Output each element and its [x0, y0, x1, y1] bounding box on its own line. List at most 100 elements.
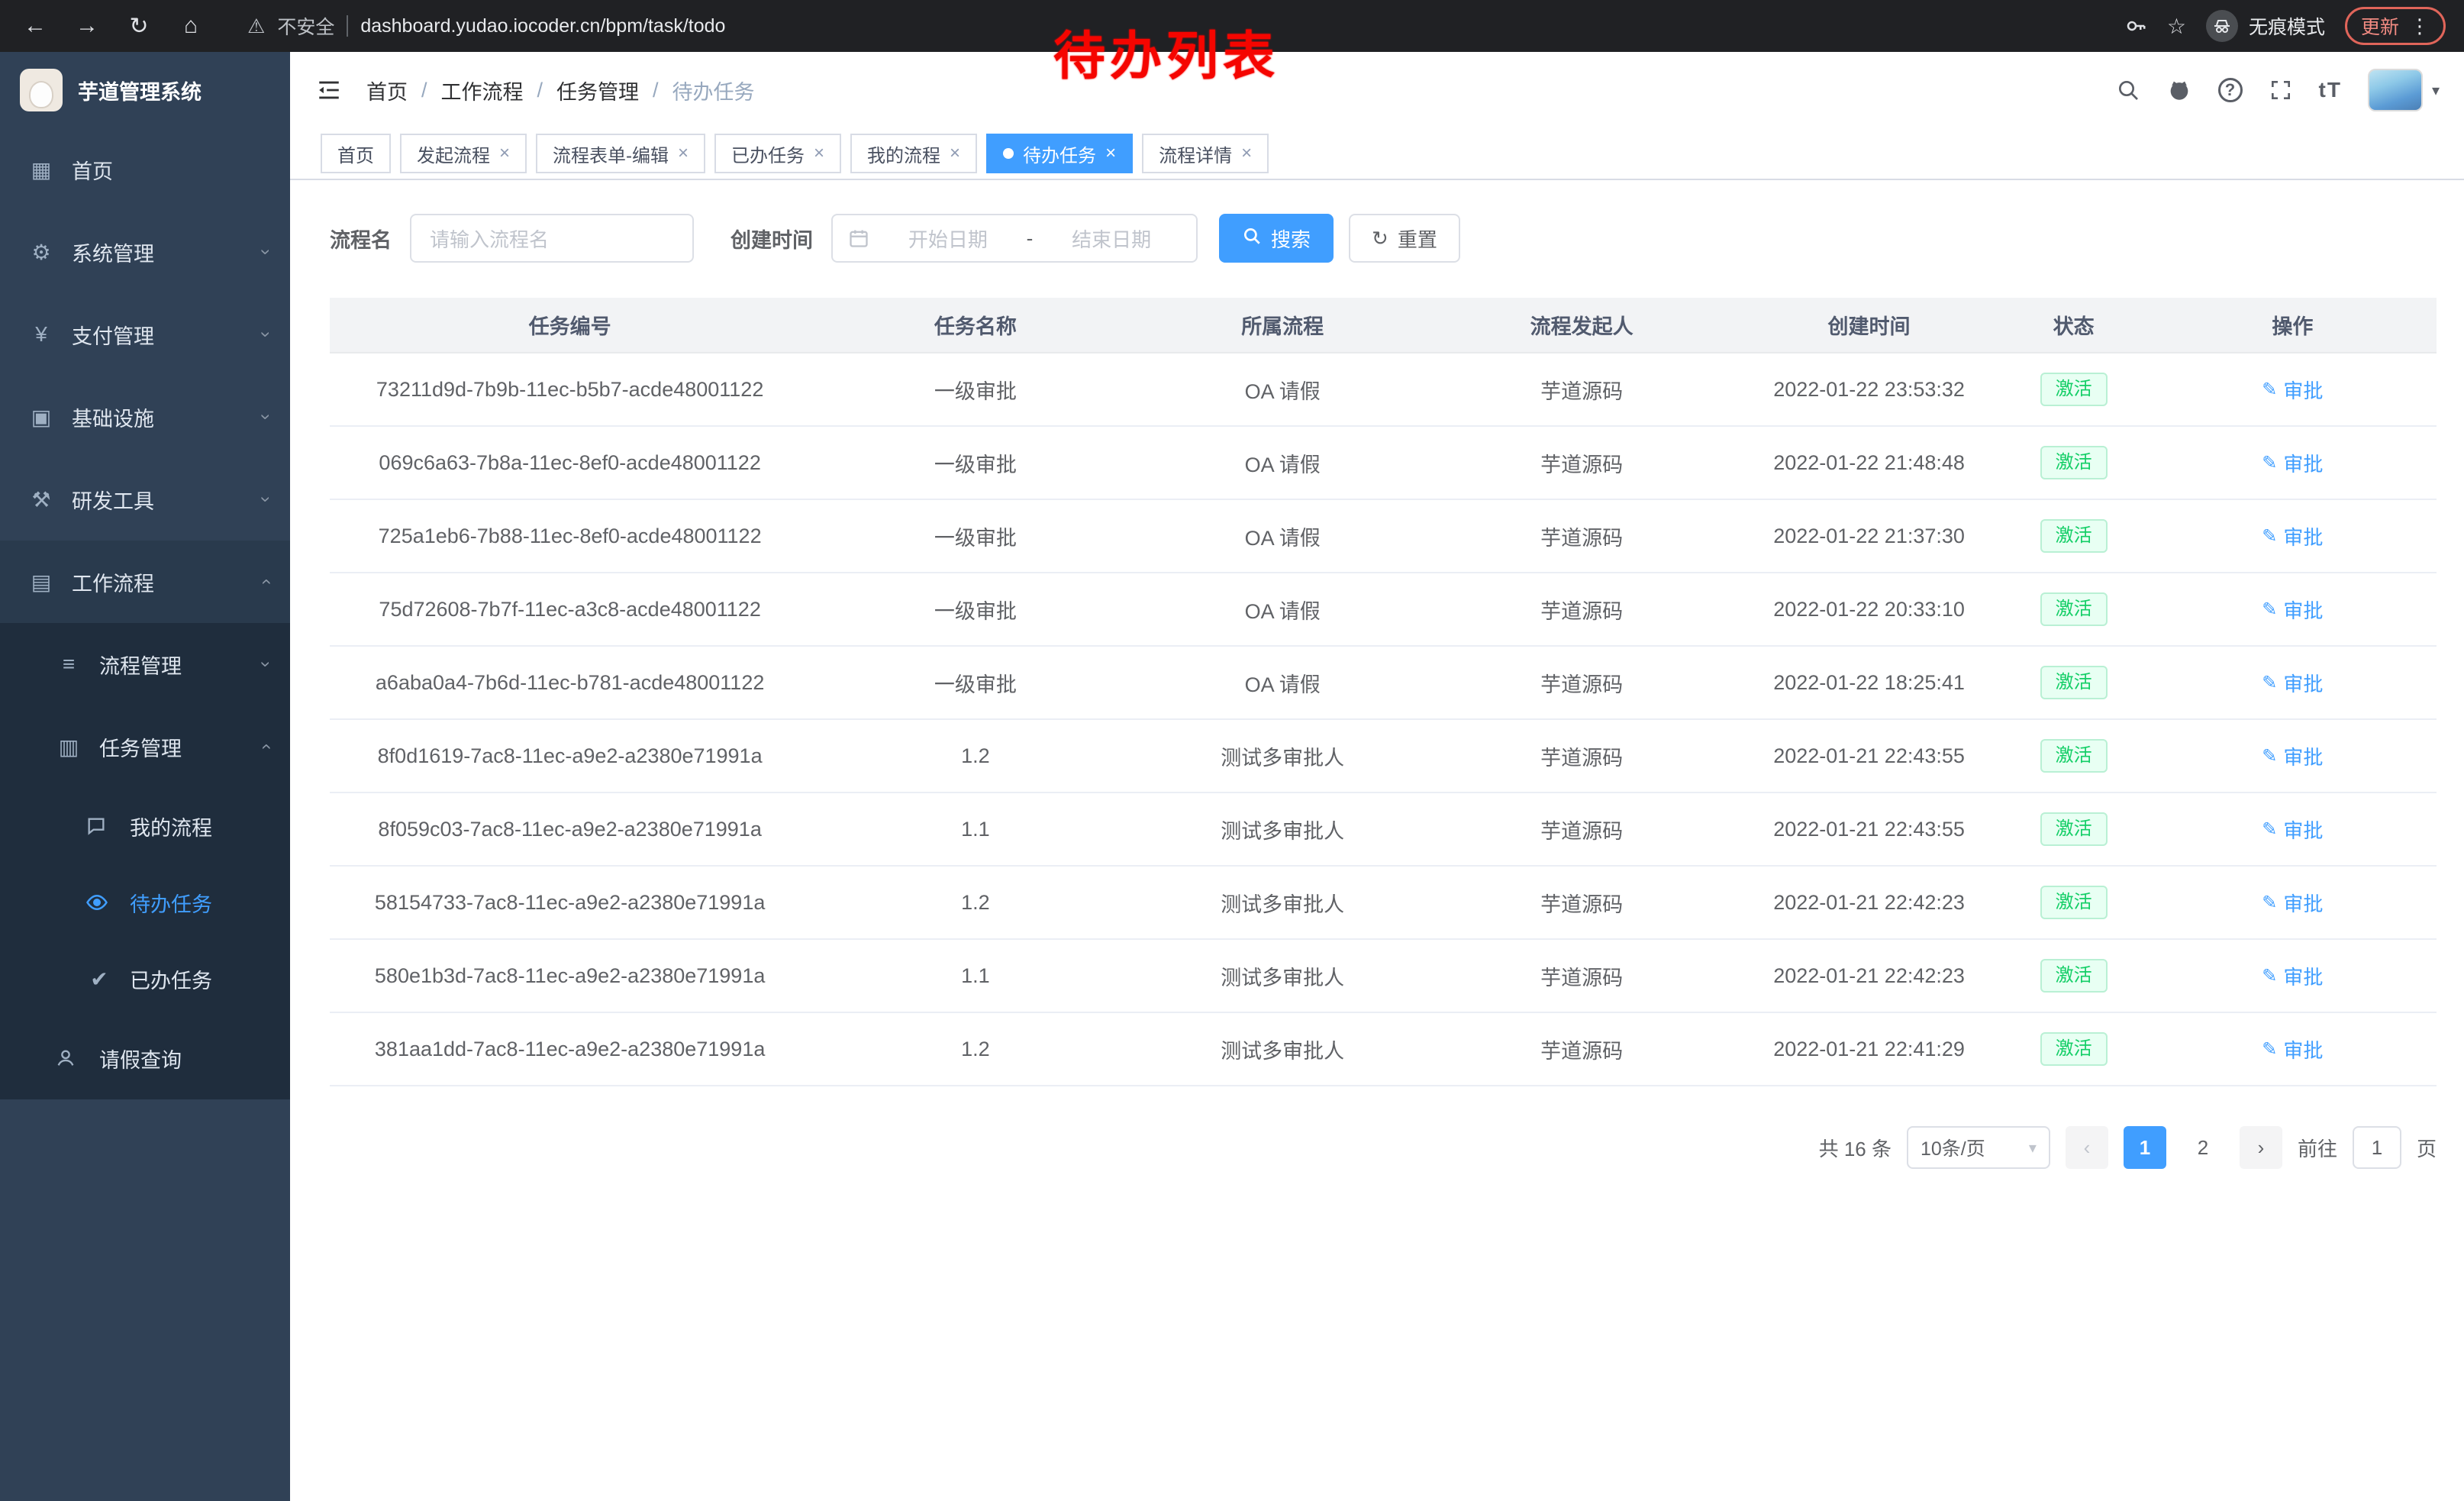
table-row: 8f0d1619-7ac8-11ec-a9e2-a2380e71991a 1.2…	[330, 719, 2437, 792]
incognito-icon	[2206, 10, 2238, 42]
page-button-2[interactable]: 2	[2182, 1126, 2224, 1169]
approve-link[interactable]: ✎审批	[2262, 449, 2323, 477]
close-icon[interactable]: ×	[950, 144, 960, 163]
status-badge: 激活	[2040, 446, 2108, 479]
password-key-icon[interactable]	[2124, 15, 2147, 37]
sidebar-collapse-icon[interactable]	[316, 77, 342, 103]
tab-my-process[interactable]: 我的流程 ×	[850, 134, 977, 173]
process-name-input[interactable]: 请输入流程名	[410, 214, 694, 263]
date-range-picker[interactable]: 开始日期 - 结束日期	[831, 214, 1198, 263]
page-button-1[interactable]: 1	[2124, 1126, 2166, 1169]
status-badge: 激活	[2040, 886, 2108, 919]
breadcrumb-workflow[interactable]: 工作流程	[441, 76, 524, 105]
approve-link[interactable]: ✎审批	[2262, 596, 2323, 624]
tab-todo-tasks[interactable]: 待办任务 ×	[986, 134, 1133, 173]
start-date-placeholder: 开始日期	[879, 224, 1018, 253]
status-badge: 激活	[2040, 519, 2108, 553]
edit-icon: ✎	[2262, 1038, 2277, 1060]
sidebar-item-devtools[interactable]: ⚒ 研发工具 ›	[0, 458, 290, 541]
reset-button[interactable]: ↻ 重置	[1349, 214, 1460, 263]
approve-link[interactable]: ✎审批	[2262, 962, 2323, 990]
approve-link[interactable]: ✎审批	[2262, 742, 2323, 770]
security-label[interactable]: 不安全	[277, 12, 334, 40]
tools-icon: ⚒	[27, 487, 55, 512]
breadcrumb-separator: /	[421, 79, 427, 102]
address-divider	[347, 15, 348, 37]
filter-bar: 流程名 请输入流程名 创建时间 开始日期 - 结束日期	[330, 214, 2437, 263]
sidebar-item-home[interactable]: ▦ 首页	[0, 128, 290, 211]
sidebar-item-infra[interactable]: ▣ 基础设施 ›	[0, 376, 290, 458]
close-icon[interactable]: ×	[1241, 144, 1252, 163]
sidebar-item-payment[interactable]: ¥ 支付管理 ›	[0, 293, 290, 376]
avatar[interactable]	[2368, 69, 2423, 111]
edit-icon: ✎	[2262, 379, 2277, 401]
user-avatar-dropdown[interactable]: ▾	[2368, 69, 2440, 111]
status-badge: 激活	[2040, 812, 2108, 846]
search-button[interactable]: 搜索	[1219, 214, 1334, 263]
range-separator: -	[1027, 227, 1034, 250]
browser-menu-icon[interactable]: ⋮	[2410, 15, 2430, 38]
incognito-profile-chip[interactable]: 无痕模式	[2206, 10, 2325, 42]
approve-link[interactable]: ✎审批	[2262, 669, 2323, 697]
layers-icon: ▥	[55, 734, 82, 760]
next-page-button[interactable]: ›	[2240, 1126, 2282, 1169]
update-button[interactable]: 更新 ⋮	[2345, 7, 2446, 45]
sidebar-item-process-mgmt[interactable]: ≡ 流程管理 ›	[0, 623, 290, 705]
chevron-up-icon: ›	[255, 579, 276, 585]
tab-done-tasks[interactable]: 已办任务 ×	[714, 134, 841, 173]
col-actions: 操作	[2149, 298, 2437, 353]
approve-link[interactable]: ✎审批	[2262, 815, 2323, 844]
sidebar-item-my-process[interactable]: 我的流程	[0, 788, 290, 864]
sidebar-item-workflow[interactable]: ▤ 工作流程 ›	[0, 541, 290, 623]
status-badge: 激活	[2040, 592, 2108, 626]
browser-forward-icon[interactable]: →	[70, 9, 104, 43]
approve-link[interactable]: ✎审批	[2262, 522, 2323, 550]
process-name-label: 流程名	[330, 224, 392, 253]
font-size-icon[interactable]: tT	[2319, 78, 2342, 102]
approve-link[interactable]: ✎审批	[2262, 376, 2323, 404]
status-badge: 激活	[2040, 739, 2108, 773]
page-content: 流程名 请输入流程名 创建时间 开始日期 - 结束日期	[290, 180, 2464, 1501]
chevron-down-icon: ›	[255, 249, 276, 255]
close-icon[interactable]: ×	[814, 144, 824, 163]
fullscreen-icon[interactable]	[2269, 78, 2293, 102]
browser-back-icon[interactable]: ←	[18, 9, 52, 43]
approve-link[interactable]: ✎审批	[2262, 889, 2323, 917]
sidebar-item-done-tasks[interactable]: ✔ 已办任务	[0, 941, 290, 1017]
tab-start-process[interactable]: 发起流程 ×	[400, 134, 527, 173]
goto-page-input[interactable]: 1	[2353, 1126, 2401, 1169]
edit-icon: ✎	[2262, 892, 2277, 914]
breadcrumb-home[interactable]: 首页	[366, 76, 408, 105]
browser-reload-icon[interactable]: ↻	[122, 9, 156, 43]
sidebar-item-system[interactable]: ⚙ 系统管理 ›	[0, 211, 290, 293]
url-text[interactable]: dashboard.yudao.iocoder.cn/bpm/task/todo	[360, 15, 725, 37]
table-row: 75d72608-7b7f-11ec-a3c8-acde48001122 一级审…	[330, 573, 2437, 646]
sidebar: 芋道管理系统 ▦ 首页 ⚙ 系统管理 › ¥ 支付管理 › ▣ 基础设施 › ⚒…	[0, 52, 290, 1501]
github-icon[interactable]	[2166, 77, 2192, 103]
approve-link[interactable]: ✎审批	[2262, 1035, 2323, 1064]
search-icon[interactable]	[2116, 78, 2140, 102]
browser-home-icon[interactable]: ⌂	[174, 9, 208, 43]
close-icon[interactable]: ×	[1105, 144, 1116, 163]
breadcrumb-separator: /	[653, 79, 659, 102]
col-task-id: 任务编号	[330, 298, 810, 353]
close-icon[interactable]: ×	[678, 144, 689, 163]
edit-icon: ✎	[2262, 965, 2277, 987]
prev-page-button[interactable]: ‹	[2066, 1126, 2108, 1169]
help-icon[interactable]: ?	[2218, 78, 2243, 102]
tab-process-detail[interactable]: 流程详情 ×	[1142, 134, 1269, 173]
sidebar-item-todo-tasks[interactable]: 待办任务	[0, 864, 290, 941]
create-time-label: 创建时间	[730, 224, 813, 253]
sidebar-item-leave-query[interactable]: 请假查询	[0, 1017, 290, 1099]
breadcrumb-task-mgmt[interactable]: 任务管理	[556, 76, 639, 105]
close-icon[interactable]: ×	[499, 144, 510, 163]
sidebar-item-task-mgmt[interactable]: ▥ 任务管理 ›	[0, 705, 290, 788]
bookmark-star-icon[interactable]: ☆	[2167, 14, 2186, 39]
page-size-select[interactable]: 10条/页 ▾	[1907, 1126, 2050, 1169]
tab-form-edit[interactable]: 流程表单-编辑 ×	[536, 134, 705, 173]
tab-home[interactable]: 首页	[321, 134, 391, 173]
chrome-right-controls: ☆ 无痕模式 更新 ⋮	[2124, 7, 2446, 45]
annotation-todo-list: 待办列表	[1053, 14, 1279, 89]
goto-unit: 页	[2417, 1134, 2437, 1162]
status-badge: 激活	[2040, 959, 2108, 993]
